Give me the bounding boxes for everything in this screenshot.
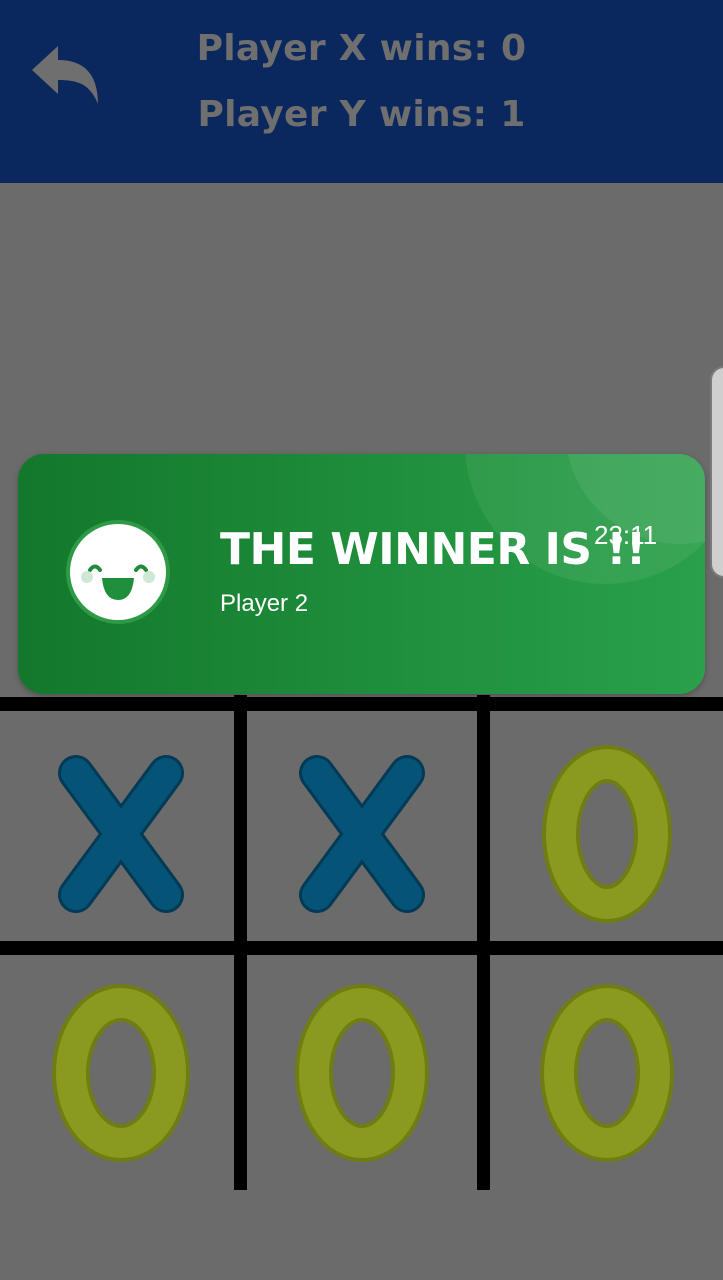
o-mark-icon [539, 983, 674, 1162]
notification-message: Player 2 [220, 590, 309, 617]
board-cell-6[interactable] [490, 955, 723, 1190]
board-cell-2[interactable] [247, 711, 477, 956]
board-cell-3[interactable] [490, 711, 723, 956]
x-mark-icon [57, 754, 184, 913]
grid-line-right [477, 695, 490, 1190]
player-y-score: Player Y wins: 1 [197, 94, 526, 135]
board-cell-4[interactable] [0, 955, 241, 1190]
notification-time: 23:11 [594, 520, 658, 550]
grid-line-top [0, 697, 723, 711]
x-mark-icon [299, 754, 425, 913]
game-header: Player X wins: 0 Player Y wins: 1 [0, 0, 723, 183]
smiley-face-icon [66, 520, 170, 624]
o-mark-icon [51, 983, 190, 1162]
board-cell-5[interactable] [247, 955, 477, 1190]
winner-notification[interactable]: THE WINNER IS !! 23:11 Player 2 [18, 454, 705, 694]
notification-title: THE WINNER IS !! [220, 524, 646, 575]
player-x-score: Player X wins: 0 [196, 28, 527, 69]
board-cell-1[interactable] [0, 711, 241, 956]
o-mark-icon [541, 744, 672, 923]
edge-panel-handle[interactable] [710, 366, 723, 578]
game-board [0, 695, 723, 1190]
o-mark-icon [295, 983, 429, 1162]
